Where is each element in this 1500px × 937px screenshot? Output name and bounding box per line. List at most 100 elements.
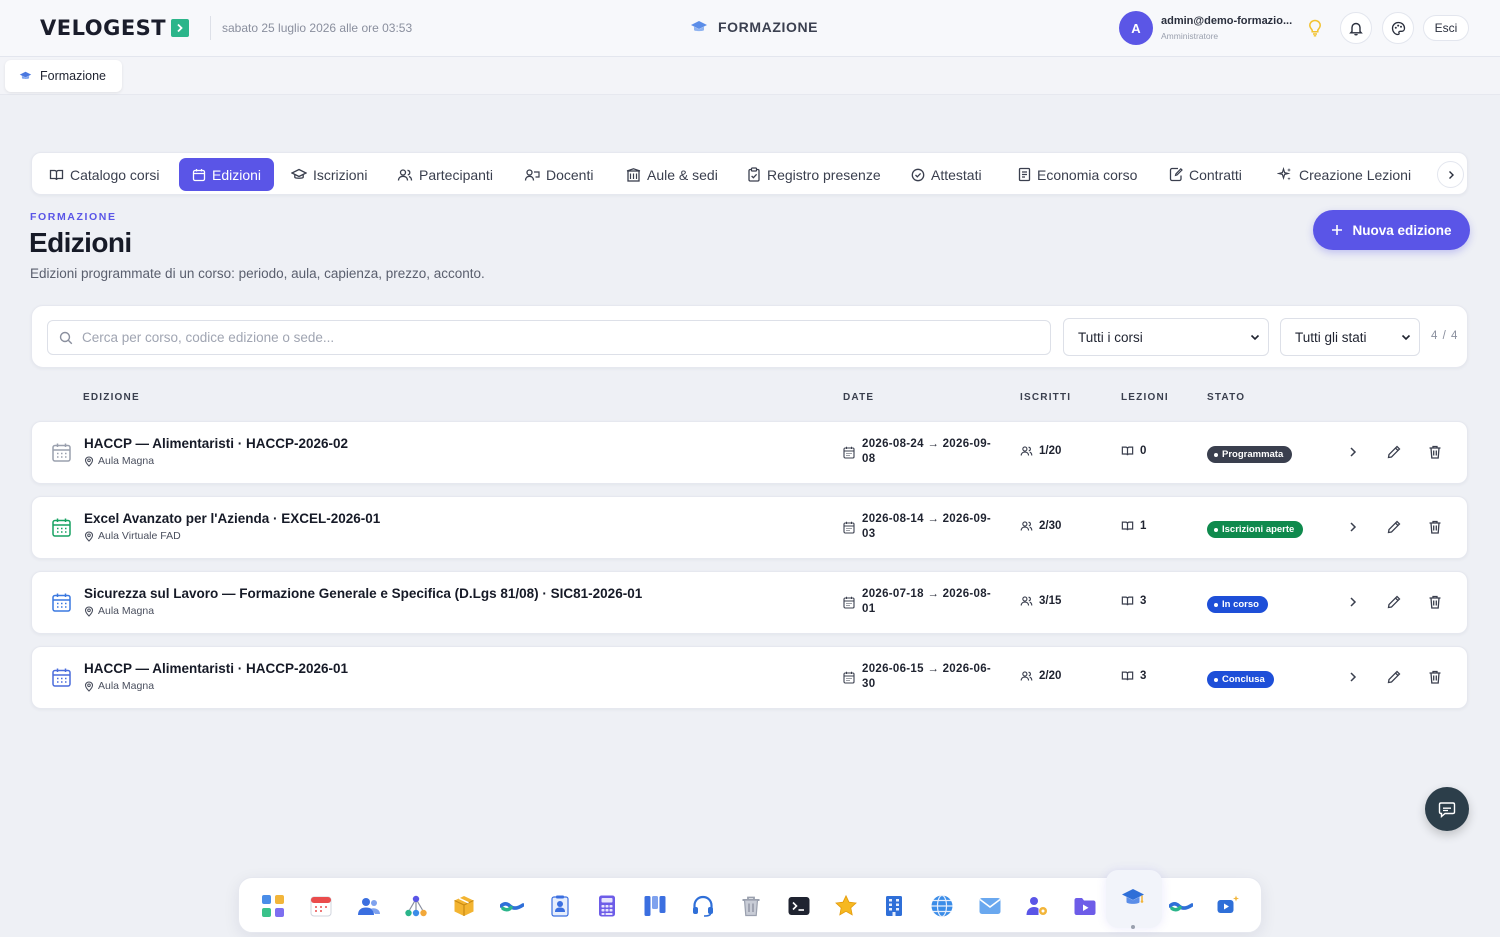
column-header-lezioni[interactable]: LEZIONI	[1121, 392, 1169, 403]
open-tab-formazione[interactable]: Formazione	[5, 60, 122, 92]
calculator-icon[interactable]	[595, 894, 619, 918]
current-datetime: sabato 25 luglio 2026 alle ore 03:53	[222, 21, 413, 35]
table-row[interactable]: HACCP — Alimentaristi · HACCP-2026-02 Au…	[31, 421, 1468, 484]
chevron-right-icon	[1447, 170, 1455, 180]
edition-title[interactable]: Excel Avanzato per l'Azienda · EXCEL-202…	[84, 511, 380, 526]
headset-icon[interactable]	[691, 894, 715, 918]
course-filter-value: Tutti i corsi	[1078, 329, 1143, 345]
search-input[interactable]	[82, 330, 1022, 345]
tab-attestati[interactable]: Attestati	[904, 158, 989, 191]
mail-icon[interactable]	[978, 894, 1002, 918]
enrolled-count: 3/15	[1020, 595, 1061, 607]
tab-economia-corso[interactable]: Economia corso	[1011, 158, 1144, 191]
id-badge-icon[interactable]	[548, 894, 572, 918]
tab-label: Docenti	[546, 166, 594, 183]
chevron-right-icon	[1350, 597, 1357, 607]
tab-creazione-lezioni[interactable]: Creazione Lezioni	[1270, 158, 1418, 191]
tab-catalogo-corsi[interactable]: Catalogo corsi	[42, 158, 167, 191]
edit-edition-button[interactable]	[1386, 519, 1402, 535]
chevron-right-icon	[1350, 522, 1357, 532]
status-dot	[1214, 602, 1218, 607]
terminal-icon[interactable]	[787, 894, 811, 918]
edit-edition-button[interactable]	[1386, 669, 1402, 685]
column-header-edizione[interactable]: EDIZIONE	[83, 392, 140, 403]
logo-arrow-icon	[171, 19, 190, 37]
contacts-icon[interactable]	[357, 894, 381, 918]
table-row[interactable]: Excel Avanzato per l'Azienda · EXCEL-202…	[31, 496, 1468, 559]
edition-title[interactable]: HACCP — Alimentaristi · HACCP-2026-02	[84, 436, 348, 451]
dates-line-2: 03	[862, 528, 876, 540]
dates-line-1: 2026-08-24 → 2026-09-	[862, 438, 992, 450]
open-edition-button[interactable]	[1346, 444, 1360, 460]
globe-icon[interactable]	[930, 894, 954, 918]
status-badge: In corso	[1207, 596, 1268, 613]
module-title-text: FORMAZIONE	[718, 19, 819, 35]
video-sparkle-icon[interactable]	[1216, 894, 1240, 918]
column-header-date[interactable]: DATE	[843, 392, 874, 403]
chat-button[interactable]	[1425, 787, 1469, 831]
notifications-button[interactable]	[1340, 12, 1372, 44]
handshake-icon[interactable]	[1169, 894, 1193, 918]
course-filter-select[interactable]: Tutti i corsi	[1063, 318, 1269, 356]
theme-button[interactable]	[1382, 12, 1414, 44]
lightbulb-icon[interactable]	[1307, 19, 1323, 37]
dates-line-1: 2026-06-15 → 2026-06-	[862, 663, 992, 675]
apps-grid-icon[interactable]	[261, 894, 285, 918]
clipboard-check-icon	[747, 167, 761, 182]
tab-registro-presenze[interactable]: Registro presenze	[740, 158, 888, 191]
edition-dates: 2026-08-14 → 2026-09- 03	[862, 512, 1002, 542]
trash-icon[interactable]	[739, 894, 763, 918]
delete-edition-button[interactable]	[1427, 594, 1443, 610]
table-row[interactable]: HACCP — Alimentaristi · HACCP-2026-01 Au…	[31, 646, 1468, 709]
map-pin-icon	[84, 605, 94, 617]
video-folder-icon[interactable]	[1073, 894, 1097, 918]
logout-button[interactable]: Esci	[1423, 15, 1469, 41]
new-edition-label: Nuova edizione	[1352, 222, 1452, 238]
edition-title[interactable]: Sicurezza sul Lavoro — Formazione Genera…	[84, 586, 642, 601]
column-header-iscritti[interactable]: ISCRITTI	[1020, 392, 1071, 403]
open-edition-button[interactable]	[1346, 519, 1360, 535]
tab-label: Edizioni	[212, 166, 262, 183]
edit-edition-button[interactable]	[1386, 594, 1402, 610]
edit-edition-button[interactable]	[1386, 444, 1402, 460]
status-label: Conclusa	[1222, 674, 1265, 685]
page-eyebrow: FORMAZIONE	[30, 211, 117, 223]
star-icon[interactable]	[834, 894, 858, 918]
delete-edition-button[interactable]	[1427, 444, 1443, 460]
network-icon[interactable]	[404, 894, 428, 918]
tab-iscrizioni[interactable]: Iscrizioni	[284, 158, 374, 191]
office-building-icon[interactable]	[882, 894, 906, 918]
column-header-stato[interactable]: STATO	[1207, 392, 1245, 403]
status-badge: Iscrizioni aperte	[1207, 521, 1304, 538]
tab-partecipanti[interactable]: Partecipanti	[390, 158, 500, 191]
tab-edizioni[interactable]: Edizioni	[179, 158, 275, 191]
tab-label: Aule & sedi	[647, 166, 718, 183]
user-settings-icon[interactable]	[1025, 894, 1049, 918]
status-filter-select[interactable]: Tutti gli stati	[1280, 318, 1420, 356]
calendar-app-icon[interactable]	[309, 894, 333, 918]
kanban-icon[interactable]	[643, 894, 667, 918]
delete-edition-button[interactable]	[1427, 669, 1443, 685]
tabs-scroll-right-button[interactable]	[1437, 161, 1464, 188]
tab-contratti[interactable]: Contratti	[1162, 158, 1249, 191]
tab-docenti[interactable]: Docenti	[517, 158, 600, 191]
open-edition-button[interactable]	[1346, 594, 1360, 610]
edition-title[interactable]: HACCP — Alimentaristi · HACCP-2026-01	[84, 661, 348, 676]
open-edition-button[interactable]	[1346, 669, 1360, 685]
table-row[interactable]: Sicurezza sul Lavoro — Formazione Genera…	[31, 571, 1468, 634]
search-box[interactable]	[47, 320, 1051, 355]
user-email[interactable]: admin@demo-formazio...	[1161, 15, 1293, 27]
delete-edition-button[interactable]	[1427, 519, 1443, 535]
graduation-cap-icon[interactable]	[1121, 886, 1145, 910]
tab-aule-sedi[interactable]: Aule & sedi	[619, 158, 725, 191]
pencil-icon	[1387, 670, 1401, 684]
new-edition-button[interactable]: Nuova edizione	[1313, 210, 1470, 250]
handshake-icon[interactable]	[500, 894, 524, 918]
logo-text: VELOGEST	[40, 16, 167, 40]
chat-bubble-icon	[1438, 801, 1456, 818]
pencil-icon	[1387, 445, 1401, 459]
package-icon[interactable]	[452, 894, 476, 918]
app-logo[interactable]: VELOGEST	[40, 16, 190, 40]
enrolled-value: 1/20	[1039, 445, 1062, 457]
avatar[interactable]: A	[1119, 11, 1153, 45]
